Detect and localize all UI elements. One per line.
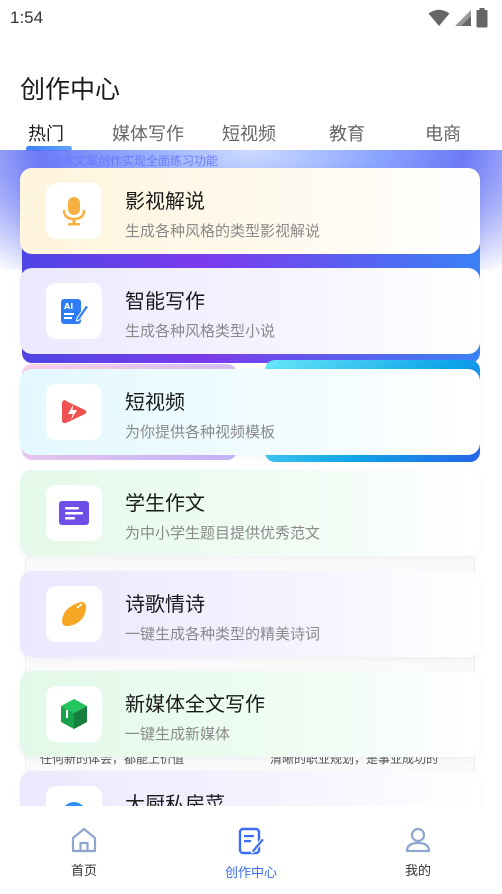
status-bar: 1:54 [0, 0, 502, 36]
page-title: 创作中心 [20, 75, 121, 104]
card-icon-box [46, 384, 102, 440]
cube-icon [61, 699, 87, 729]
card-new-media-writing[interactable]: 新媒体全文写作 一键生成新媒体 [20, 671, 480, 757]
tab-ecommerce[interactable]: 电商 [425, 120, 461, 146]
card-title: 智能写作 [125, 289, 205, 313]
background-banner-text: 文本文案创作实现全面练习功能 [50, 154, 219, 168]
card-student-essay[interactable]: 学生作文 为中小学生题目提供优秀范文 [20, 470, 480, 556]
card-title: 诗歌情诗 [125, 592, 205, 616]
nav-creation-center-label: 创作中心 [224, 866, 277, 881]
bottom-navigation: 首页 创作中心 我的 [0, 806, 502, 894]
nav-profile-label: 我的 [404, 864, 431, 879]
card-description: 为你提供各种视频模板 [125, 423, 276, 441]
battery-icon [476, 8, 488, 28]
card-title: 短视频 [125, 390, 185, 414]
tab-education[interactable]: 教育 [329, 120, 365, 146]
home-icon [71, 827, 97, 853]
nav-profile[interactable]: 我的 [378, 826, 458, 879]
card-description: 一键生成新媒体 [125, 725, 231, 743]
card-icon-box [46, 686, 102, 742]
tab-hot[interactable]: 热门 [28, 120, 64, 146]
nav-home[interactable]: 首页 [44, 826, 124, 879]
svg-text:AI: AI [64, 302, 73, 311]
status-icons [428, 8, 488, 28]
card-icon-box [46, 586, 102, 642]
leaf-icon [62, 602, 87, 627]
card-icon-box [46, 485, 102, 541]
tab-media-writing[interactable]: 媒体写作 [112, 120, 184, 146]
card-short-video[interactable]: 短视频 为你提供各种视频模板 [20, 369, 480, 455]
nav-creation-center[interactable]: 创作中心 [211, 826, 291, 881]
card-description: 生成各种风格的类型影视解说 [125, 222, 321, 240]
wifi-icon [428, 9, 450, 26]
create-icon [238, 827, 265, 855]
nav-home-label: 首页 [70, 864, 97, 879]
profile-icon [405, 827, 431, 853]
signal-icon [455, 10, 471, 26]
card-description: 生成各种风格类型小说 [125, 322, 276, 340]
card-title: 影视解说 [125, 189, 205, 213]
card-title: 学生作文 [125, 491, 205, 515]
microphone-icon [62, 197, 86, 226]
status-time: 1:54 [10, 8, 44, 27]
card-smart-writing[interactable]: AI 智能写作 生成各种风格类型小说 [20, 268, 480, 354]
ai-writing-icon: AI [61, 299, 89, 324]
card-description: 一键生成各种类型的精美诗词 [125, 625, 321, 643]
video-bolt-icon [62, 400, 87, 424]
card-icon-box [46, 183, 102, 239]
essay-icon [59, 501, 89, 525]
category-tabs: 热门 媒体写作 短视频 教育 电商 [0, 120, 502, 154]
card-icon-box: AI [46, 283, 102, 339]
card-description: 为中小学生题目提供优秀范文 [125, 524, 321, 542]
card-film-commentary[interactable]: 影视解说 生成各种风格的类型影视解说 [20, 168, 480, 254]
tab-short-video[interactable]: 短视频 [222, 120, 276, 146]
card-poetry[interactable]: 诗歌情诗 一键生成各种类型的精美诗词 [20, 571, 480, 657]
card-title: 新媒体全文写作 [125, 692, 265, 716]
